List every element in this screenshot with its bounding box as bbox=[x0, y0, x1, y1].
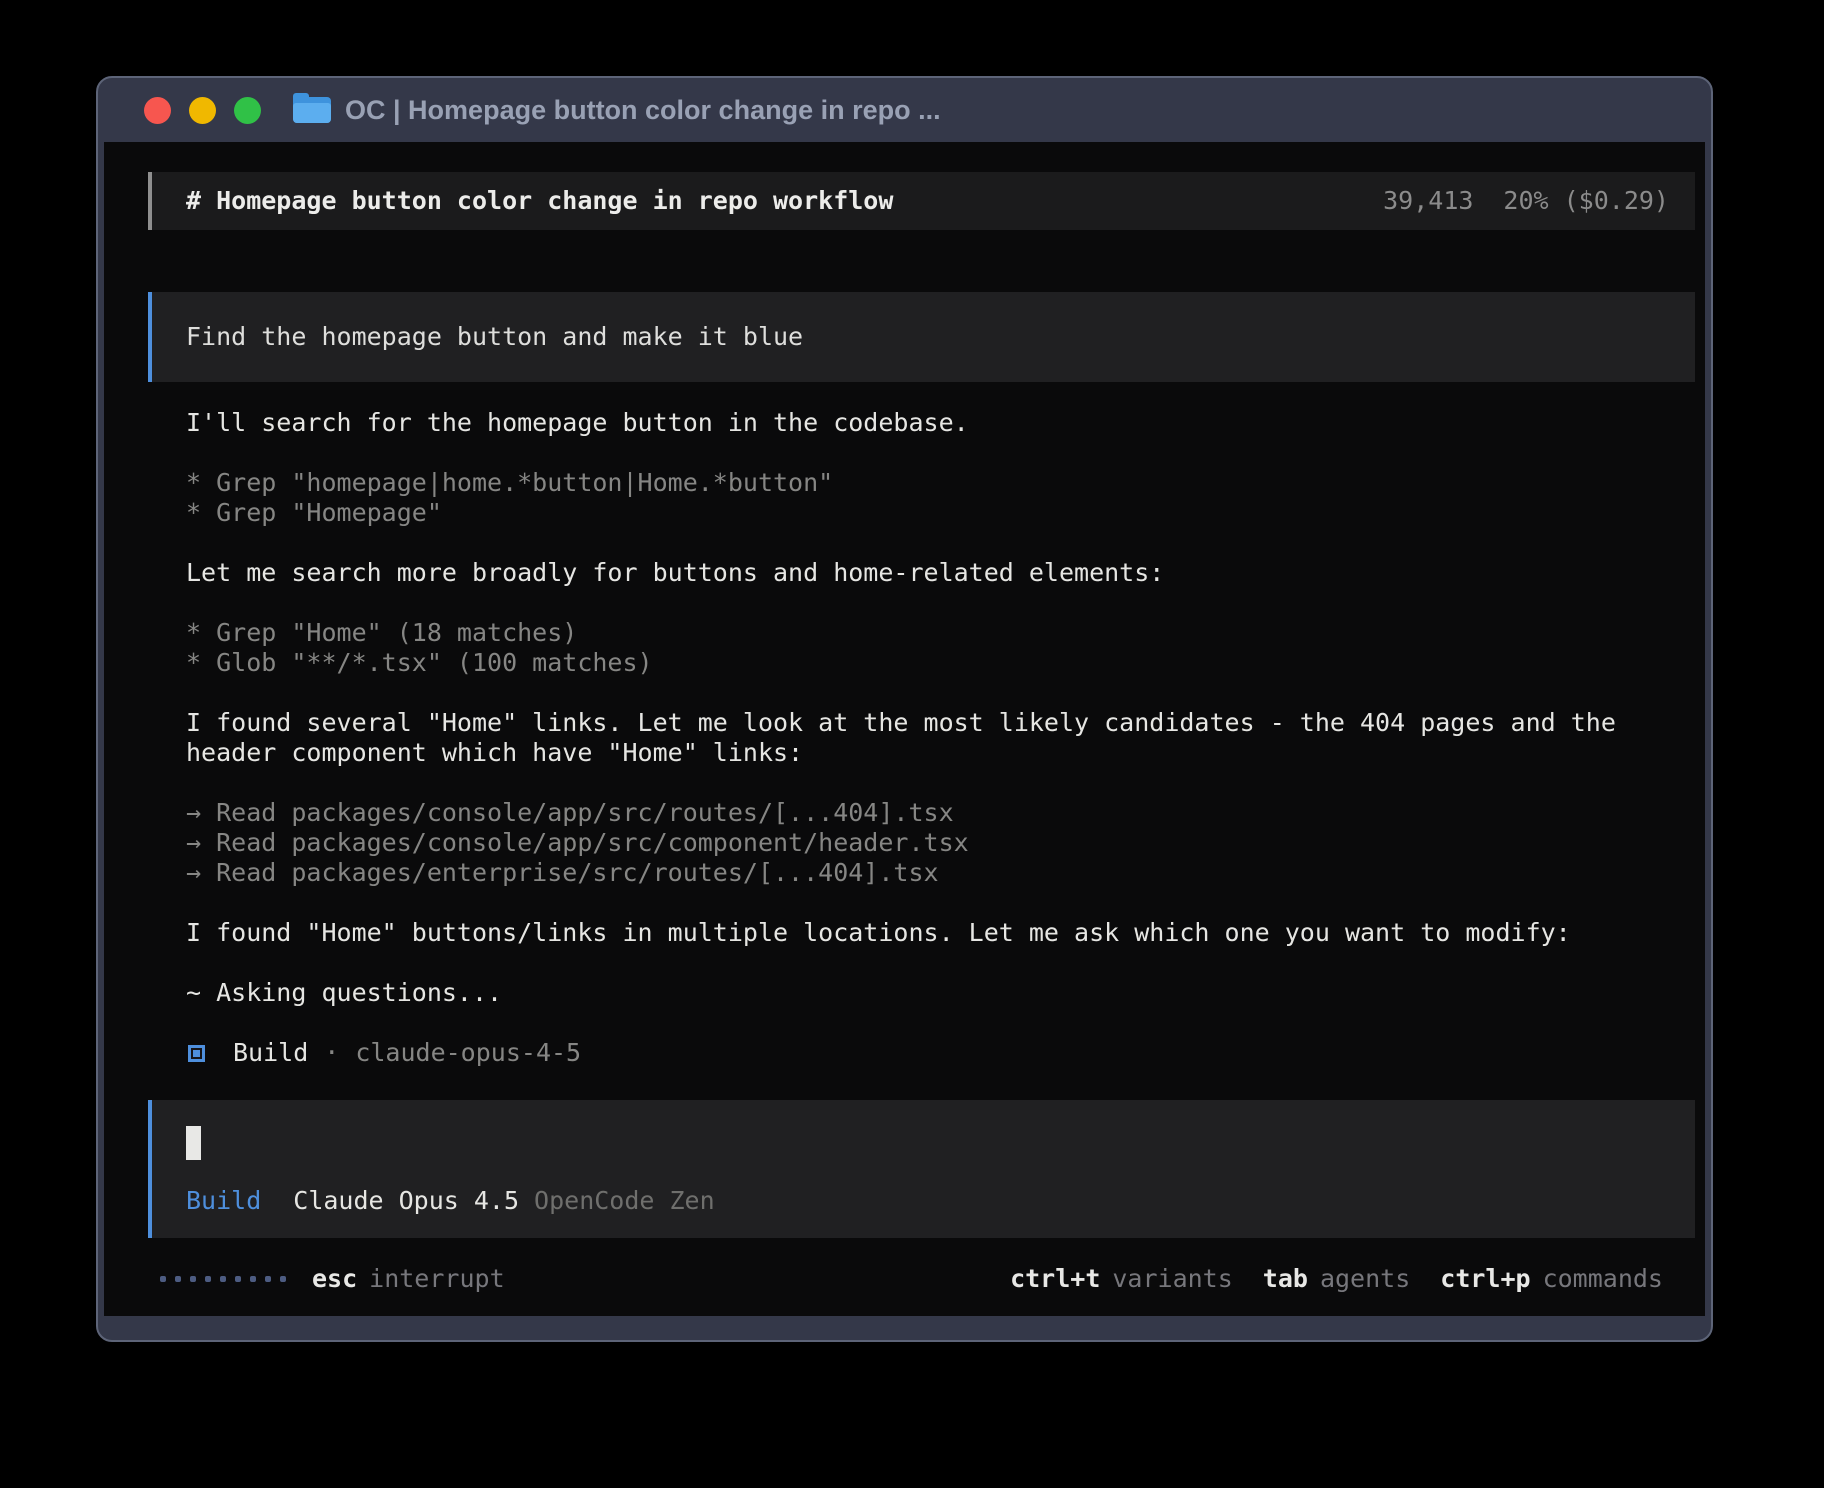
shortcut-key: ctrl+t bbox=[1010, 1264, 1100, 1294]
agent-chip: Build · claude-opus-4-5 bbox=[148, 1038, 1695, 1068]
transcript-line: Let me search more broadly for buttons a… bbox=[186, 558, 1695, 588]
user-message: Find the homepage button and make it blu… bbox=[148, 292, 1695, 382]
interrupt-key: esc bbox=[312, 1264, 357, 1294]
model-provider: OpenCode Zen bbox=[534, 1186, 715, 1216]
session-stats: 39,413 20% ($0.29) bbox=[1383, 186, 1669, 216]
close-button[interactable] bbox=[144, 97, 171, 124]
spinner-dot bbox=[220, 1276, 226, 1282]
transcript-line: → Read packages/console/app/src/componen… bbox=[186, 828, 1695, 858]
spinner-dot bbox=[280, 1276, 286, 1282]
transcript-line: → Read packages/console/app/src/routes/[… bbox=[186, 798, 1695, 828]
spinner-dot bbox=[250, 1276, 256, 1282]
transcript-line: → Read packages/enterprise/src/routes/[.… bbox=[186, 858, 1695, 888]
status-bar: esc interrupt ctrl+t variants tab agents… bbox=[148, 1264, 1695, 1294]
agent-chip-model: claude-opus-4-5 bbox=[355, 1038, 581, 1068]
spinner-dot bbox=[205, 1276, 211, 1282]
text-cursor bbox=[186, 1126, 201, 1160]
transcript-line: header component which have "Home" links… bbox=[186, 738, 1695, 768]
spinner-dot bbox=[235, 1276, 241, 1282]
zoom-button[interactable] bbox=[234, 97, 261, 124]
shortcut-variants: ctrl+t variants bbox=[1010, 1264, 1233, 1294]
transcript-line bbox=[186, 588, 1695, 618]
transcript-line: * Grep "homepage|home.*button|Home.*butt… bbox=[186, 468, 1695, 498]
window-controls bbox=[144, 97, 261, 124]
model-row: Build Claude Opus 4.5 OpenCode Zen bbox=[186, 1186, 1669, 1216]
transcript-line: * Glob "**/*.tsx" (100 matches) bbox=[186, 648, 1695, 678]
title-bar: OC | Homepage button color change in rep… bbox=[98, 78, 1711, 142]
working-spinner-dots bbox=[160, 1276, 286, 1282]
assistant-transcript: I'll search for the homepage button in t… bbox=[148, 408, 1695, 1008]
transcript-line: * Grep "Home" (18 matches) bbox=[186, 618, 1695, 648]
agent-chip-separator: · bbox=[324, 1038, 339, 1068]
folder-icon bbox=[293, 95, 331, 125]
token-count: 39,413 bbox=[1383, 186, 1473, 216]
transcript-line bbox=[186, 768, 1695, 798]
terminal-window: OC | Homepage button color change in rep… bbox=[96, 76, 1713, 1342]
transcript-line bbox=[186, 888, 1695, 918]
transcript-line: ~ Asking questions... bbox=[186, 978, 1695, 1008]
terminal-content: # Homepage button color change in repo w… bbox=[104, 142, 1705, 1316]
shortcut-label: commands bbox=[1543, 1264, 1663, 1294]
spinner-dot bbox=[175, 1276, 181, 1282]
agent-chip-name: Build bbox=[233, 1038, 308, 1068]
shortcut-agents: tab agents bbox=[1263, 1264, 1410, 1294]
agent-status-icon bbox=[188, 1045, 205, 1062]
spinner-dot bbox=[160, 1276, 166, 1282]
spinner-dot bbox=[265, 1276, 271, 1282]
transcript-line bbox=[186, 678, 1695, 708]
transcript-line: I found "Home" buttons/links in multiple… bbox=[186, 918, 1695, 948]
minimize-button[interactable] bbox=[189, 97, 216, 124]
shortcut-hints: ctrl+t variants tab agents ctrl+p comman… bbox=[1010, 1264, 1663, 1294]
window-title: OC | Homepage button color change in rep… bbox=[345, 95, 941, 126]
prompt-input[interactable]: Build Claude Opus 4.5 OpenCode Zen bbox=[148, 1100, 1695, 1238]
shortcut-key: tab bbox=[1263, 1264, 1308, 1294]
transcript-line bbox=[186, 948, 1695, 978]
session-title: # Homepage button color change in repo w… bbox=[186, 186, 893, 216]
transcript-line bbox=[186, 438, 1695, 468]
shortcut-label: variants bbox=[1112, 1264, 1232, 1294]
shortcut-label: agents bbox=[1320, 1264, 1410, 1294]
shortcut-commands: ctrl+p commands bbox=[1440, 1264, 1663, 1294]
active-agent[interactable]: Build bbox=[186, 1186, 261, 1216]
transcript-line: I'll search for the homepage button in t… bbox=[186, 408, 1695, 438]
transcript-line: * Grep "Homepage" bbox=[186, 498, 1695, 528]
interrupt-label: interrupt bbox=[369, 1264, 504, 1294]
window-bottom-edge bbox=[98, 1316, 1711, 1340]
transcript-line: I found several "Home" links. Let me loo… bbox=[186, 708, 1695, 738]
spinner-dot bbox=[190, 1276, 196, 1282]
shortcut-key: ctrl+p bbox=[1440, 1264, 1530, 1294]
session-header: # Homepage button color change in repo w… bbox=[148, 172, 1695, 230]
context-cost: 20% ($0.29) bbox=[1503, 186, 1669, 216]
transcript-line bbox=[186, 528, 1695, 558]
active-model: Claude Opus 4.5 bbox=[293, 1186, 519, 1216]
